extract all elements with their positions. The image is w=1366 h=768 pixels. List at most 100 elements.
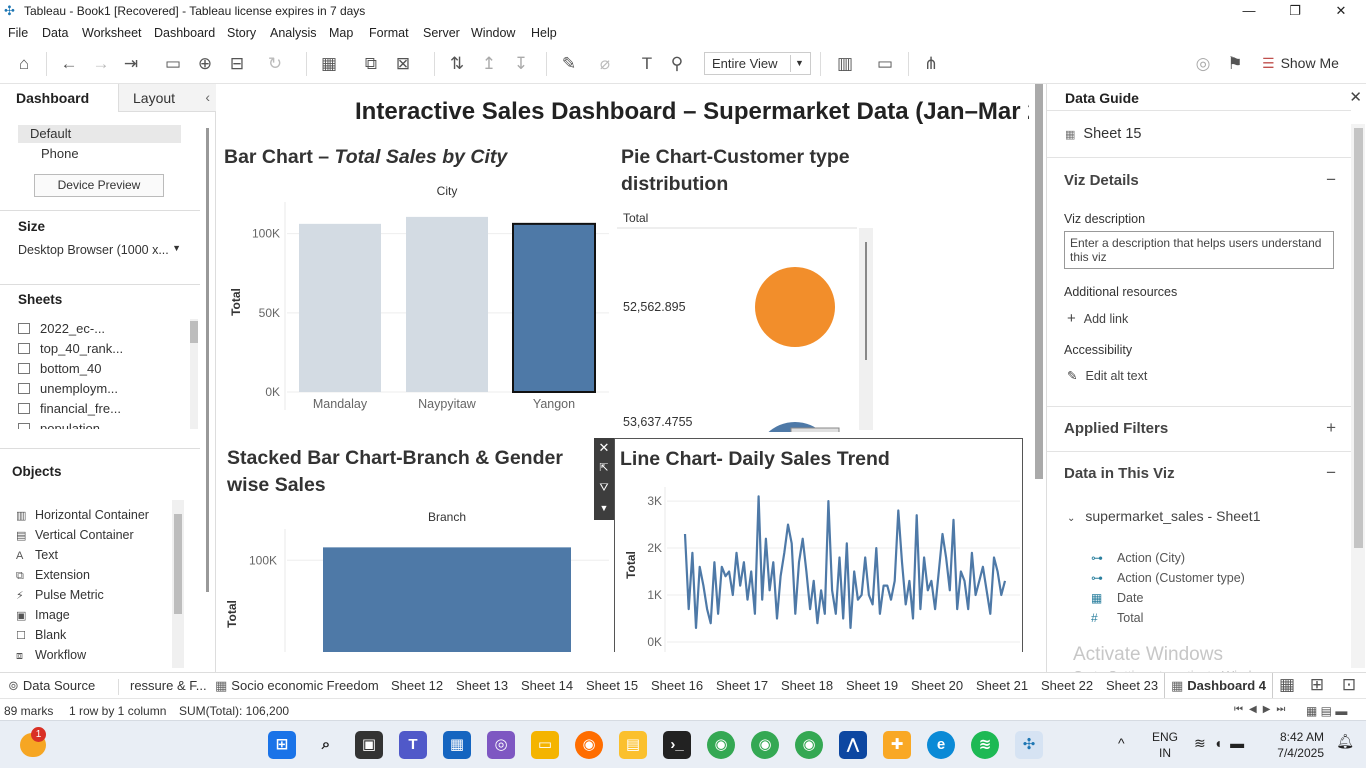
objects-scrollbar[interactable] [172, 500, 184, 668]
presentation-icon[interactable]: ▭ [874, 54, 896, 74]
chrome-profile-icon[interactable]: ◉ [751, 731, 779, 759]
tab-sheet-14[interactable]: Sheet 14 [521, 678, 573, 693]
spotify-icon[interactable]: ≋ [971, 731, 999, 759]
list-item[interactable]: bottom_40 [18, 361, 101, 376]
field-total[interactable]: # Total [1091, 611, 1143, 625]
notifications-icon[interactable]: 🔔︎ [1336, 733, 1354, 750]
bar[interactable] [512, 222, 596, 393]
object-image[interactable]: ▣ Image [16, 608, 70, 622]
pin-icon[interactable]: ⚲ [666, 54, 688, 74]
object-horizontal-container[interactable]: ▥ Horizontal Container [16, 508, 149, 522]
chrome-icon[interactable]: ◉ [707, 731, 735, 759]
language-indicator[interactable]: ENG IN [1152, 729, 1178, 761]
clock[interactable]: 8:42 AM 7/4/2025 [1277, 729, 1324, 761]
list-item[interactable]: financial_fre... [18, 401, 121, 416]
undo-icon[interactable]: ← [58, 54, 80, 74]
collapse-icon[interactable]: ‹ [205, 89, 210, 105]
sheets-scrollbar[interactable] [190, 319, 198, 429]
collapse-icon[interactable]: − [1326, 170, 1336, 190]
store-icon[interactable]: ▦ [443, 731, 471, 759]
bar[interactable] [406, 216, 488, 392]
tab-sheet-12[interactable]: Sheet 12 [391, 678, 443, 693]
tableau-taskbar-icon[interactable]: ✣ [1015, 731, 1043, 759]
canvas-vscrollbar[interactable] [1035, 84, 1043, 479]
tab-layout[interactable]: Layout ‹ [118, 84, 216, 112]
files-icon[interactable]: ▤ [619, 731, 647, 759]
search-icon[interactable]: ⌕ [312, 731, 340, 759]
tab-socio-economic[interactable]: ▦ Socio economic Freedom [215, 678, 379, 694]
device-default[interactable]: Default [18, 125, 181, 143]
remove-zone-icon[interactable]: ✕ [594, 438, 614, 458]
system-tray-icons[interactable]: ≋◖▬ [1194, 735, 1252, 752]
go-to-sheet-icon[interactable]: ⇱ [594, 458, 614, 478]
labels-icon[interactable]: T [636, 54, 658, 74]
filter-icon[interactable]: ⛛ [594, 478, 614, 498]
duplicate-icon[interactable]: ⧉ [360, 54, 382, 74]
pie-slice[interactable] [755, 267, 835, 347]
device-phone[interactable]: Phone [41, 146, 79, 161]
new-worksheet-icon[interactable]: ▦ [318, 54, 340, 74]
tab-data-source[interactable]: ⊚ Data Source [8, 678, 95, 694]
terminal-icon[interactable]: ›_ [663, 731, 691, 759]
list-item[interactable]: top_40_rank... [18, 341, 123, 356]
save-icon[interactable]: ▭ [162, 54, 184, 74]
menu-worksheet[interactable]: Worksheet [82, 26, 142, 40]
new-story-icon[interactable]: ⊡ [1338, 675, 1360, 695]
list-item[interactable]: 2022_ec-... [18, 321, 105, 336]
tab-dashboard-4[interactable]: ▦ Dashboard 4 [1164, 673, 1274, 699]
size-dropdown[interactable]: Desktop Browser (1000 x... ▼ [18, 243, 181, 257]
menu-window[interactable]: Window [471, 26, 515, 40]
tab-dashboard[interactable]: Dashboard [0, 84, 118, 112]
tab-sheet-23[interactable]: Sheet 23 [1106, 678, 1158, 693]
object-extension[interactable]: ⧉ Extension [16, 568, 90, 583]
replay-icon[interactable]: ⇥ [120, 54, 142, 74]
app-2-icon[interactable]: ✚ [883, 731, 911, 759]
tab-sheet-18[interactable]: Sheet 18 [781, 678, 833, 693]
restore-button[interactable]: ❐ [1272, 2, 1318, 20]
pause-updates-icon[interactable]: ⊟ [226, 54, 248, 74]
tab-sheet-22[interactable]: Sheet 22 [1041, 678, 1093, 693]
field-date[interactable]: ▦ Date [1091, 591, 1143, 605]
tab-sheet[interactable]: ressure & F... [130, 678, 207, 693]
windows-start-icon[interactable]: ⊞ [268, 731, 296, 759]
menu-server[interactable]: Server [423, 26, 460, 40]
menu-story[interactable]: Story [227, 26, 256, 40]
chevron-up-icon[interactable]: ^ [1118, 735, 1125, 751]
share-icon[interactable]: ⋔ [920, 54, 942, 74]
pie-chart[interactable]: Total 52,562.895 53,637.4755 [615, 208, 877, 432]
tab-sheet-19[interactable]: Sheet 19 [846, 678, 898, 693]
object-workflow[interactable]: ⧈ Workflow [16, 648, 86, 663]
menu-map[interactable]: Map [329, 26, 353, 40]
bar[interactable] [299, 223, 381, 392]
menu-help[interactable]: Help [531, 26, 557, 40]
device-preview-button[interactable]: Device Preview [34, 174, 164, 197]
line-chart[interactable]: Total 0K 1K 2K 3K [615, 479, 1022, 652]
menu-data[interactable]: Data [42, 26, 68, 40]
viz-description-field[interactable]: Enter a description that helps users und… [1064, 231, 1334, 269]
tab-navigation-icons[interactable]: ⏮◀▶⏭ [1234, 704, 1291, 715]
format-painter-icon[interactable]: ⚑ [1224, 54, 1246, 74]
copilot-icon[interactable]: ◎ [487, 731, 515, 759]
chrome-profile-2-icon[interactable]: ◉ [795, 731, 823, 759]
stacked-bar-chart[interactable]: Branch Total 50K100K [217, 504, 612, 652]
view-toggle-icons[interactable]: ▦ ▤ ▬ [1306, 704, 1347, 718]
close-button[interactable]: ✕ [1318, 2, 1364, 20]
sort-desc-icon[interactable]: ↧ [510, 54, 532, 74]
tab-sheet-17[interactable]: Sheet 17 [716, 678, 768, 693]
list-item[interactable]: population... [18, 421, 111, 429]
tab-sheet-21[interactable]: Sheet 21 [976, 678, 1028, 693]
task-view-icon[interactable]: ▣ [355, 731, 383, 759]
datasource-item[interactable]: ⌄ supermarket_sales - Sheet1 [1067, 508, 1260, 524]
menu-format[interactable]: Format [369, 26, 409, 40]
new-datasource-icon[interactable]: ⊕ [194, 54, 216, 74]
file-explorer-icon[interactable]: ▭ [531, 731, 559, 759]
object-blank[interactable]: ☐ Blank [16, 628, 66, 642]
pane-scrollbar[interactable] [206, 128, 212, 592]
add-link-button[interactable]: + Add link [1067, 310, 1128, 327]
tab-sheet-20[interactable]: Sheet 20 [911, 678, 963, 693]
menu-dashboard[interactable]: Dashboard [154, 26, 215, 40]
tab-sheet-16[interactable]: Sheet 16 [651, 678, 703, 693]
stacked-segment[interactable] [323, 547, 571, 652]
refresh-icon[interactable]: ↻ [264, 54, 286, 74]
redo-icon[interactable]: → [90, 54, 112, 74]
